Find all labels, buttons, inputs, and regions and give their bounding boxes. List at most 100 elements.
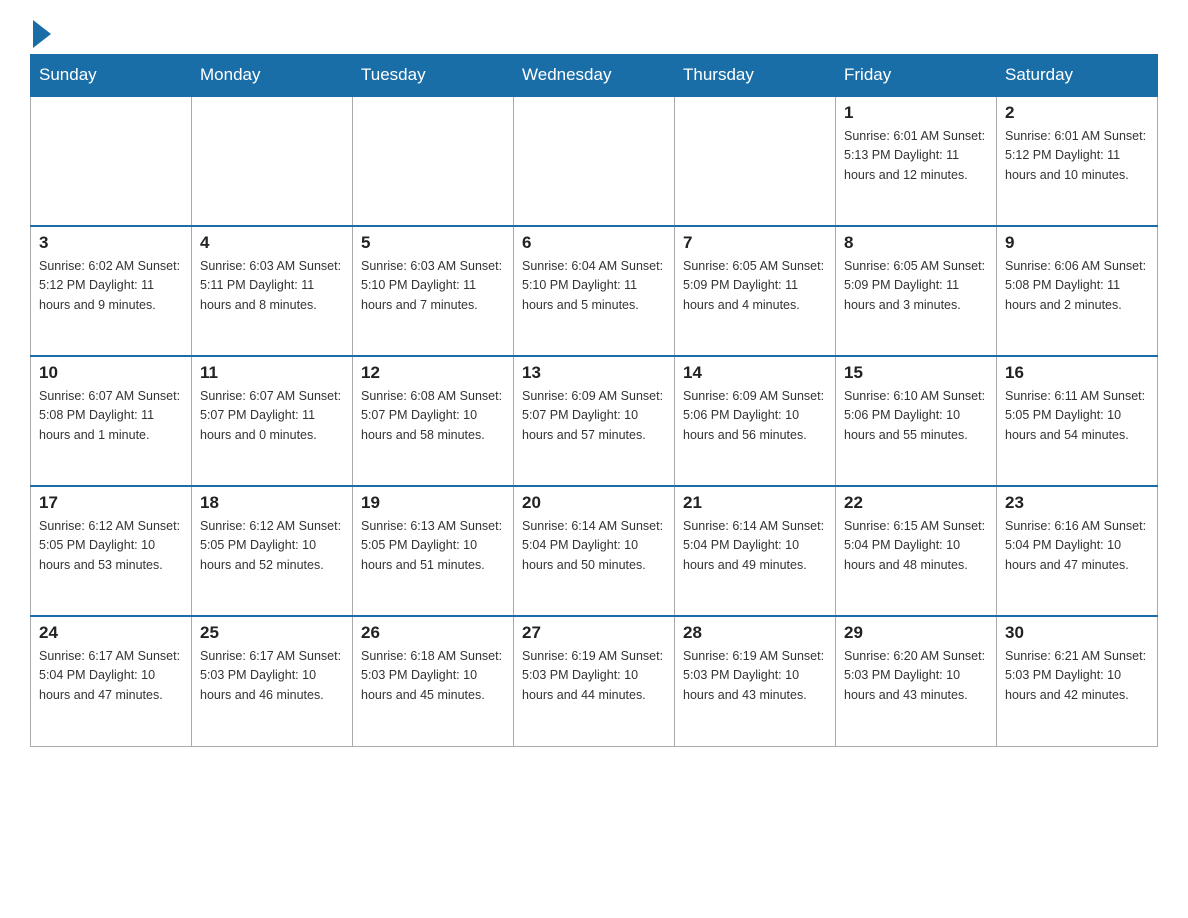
day-info: Sunrise: 6:14 AM Sunset: 5:04 PM Dayligh… [522, 517, 666, 575]
day-number: 11 [200, 363, 344, 383]
day-number: 4 [200, 233, 344, 253]
day-number: 8 [844, 233, 988, 253]
day-info: Sunrise: 6:19 AM Sunset: 5:03 PM Dayligh… [683, 647, 827, 705]
day-info: Sunrise: 6:03 AM Sunset: 5:10 PM Dayligh… [361, 257, 505, 315]
logo-arrow-icon [33, 20, 51, 48]
weekday-header-monday: Monday [192, 55, 353, 97]
day-number: 26 [361, 623, 505, 643]
day-number: 14 [683, 363, 827, 383]
calendar-cell: 24Sunrise: 6:17 AM Sunset: 5:04 PM Dayli… [31, 616, 192, 746]
calendar-cell: 8 Sunrise: 6:05 AM Sunset: 5:09 PM Daylig… [836, 226, 997, 356]
day-info: Sunrise: 6:18 AM Sunset: 5:03 PM Dayligh… [361, 647, 505, 705]
day-info: Sunrise: 6:09 AM Sunset: 5:06 PM Dayligh… [683, 387, 827, 445]
calendar-cell: 1Sunrise: 6:01 AM Sunset: 5:13 PM Daylig… [836, 96, 997, 226]
day-info: Sunrise: 6:15 AM Sunset: 5:04 PM Dayligh… [844, 517, 988, 575]
calendar-cell: 15Sunrise: 6:10 AM Sunset: 5:06 PM Dayli… [836, 356, 997, 486]
calendar-cell: 13 Sunrise: 6:09 AM Sunset: 5:07 PM Dayli… [514, 356, 675, 486]
day-number: 9 [1005, 233, 1149, 253]
day-number: 25 [200, 623, 344, 643]
day-number: 1 [844, 103, 988, 123]
calendar-cell: 16 Sunrise: 6:11 AM Sunset: 5:05 PM Dayli… [997, 356, 1158, 486]
day-info: Sunrise: 6:17 AM Sunset: 5:04 PM Dayligh… [39, 647, 183, 705]
calendar-cell: 7Sunrise: 6:05 AM Sunset: 5:09 PM Daylig… [675, 226, 836, 356]
calendar-week-row: 10 Sunrise: 6:07 AM Sunset: 5:08 PM Dayli… [31, 356, 1158, 486]
weekday-header-thursday: Thursday [675, 55, 836, 97]
calendar-cell: 19 Sunrise: 6:13 AM Sunset: 5:05 PM Dayli… [353, 486, 514, 616]
day-info: Sunrise: 6:01 AM Sunset: 5:12 PM Dayligh… [1005, 127, 1149, 185]
day-number: 13 [522, 363, 666, 383]
calendar-header-row: SundayMondayTuesdayWednesdayThursdayFrid… [31, 55, 1158, 97]
calendar-cell [192, 96, 353, 226]
calendar-cell: 22 Sunrise: 6:15 AM Sunset: 5:04 PM Dayli… [836, 486, 997, 616]
calendar-cell: 11 Sunrise: 6:07 AM Sunset: 5:07 PM Dayli… [192, 356, 353, 486]
weekday-header-sunday: Sunday [31, 55, 192, 97]
calendar-cell: 5 Sunrise: 6:03 AM Sunset: 5:10 PM Daylig… [353, 226, 514, 356]
day-number: 29 [844, 623, 988, 643]
calendar-cell [353, 96, 514, 226]
weekday-header-friday: Friday [836, 55, 997, 97]
calendar-week-row: 3Sunrise: 6:02 AM Sunset: 5:12 PM Daylig… [31, 226, 1158, 356]
day-number: 23 [1005, 493, 1149, 513]
day-info: Sunrise: 6:13 AM Sunset: 5:05 PM Dayligh… [361, 517, 505, 575]
day-info: Sunrise: 6:16 AM Sunset: 5:04 PM Dayligh… [1005, 517, 1149, 575]
day-info: Sunrise: 6:09 AM Sunset: 5:07 PM Dayligh… [522, 387, 666, 445]
calendar-week-row: 1Sunrise: 6:01 AM Sunset: 5:13 PM Daylig… [31, 96, 1158, 226]
calendar-cell: 30 Sunrise: 6:21 AM Sunset: 5:03 PM Dayli… [997, 616, 1158, 746]
calendar-cell: 14 Sunrise: 6:09 AM Sunset: 5:06 PM Dayli… [675, 356, 836, 486]
calendar-cell: 17 Sunrise: 6:12 AM Sunset: 5:05 PM Dayli… [31, 486, 192, 616]
day-number: 16 [1005, 363, 1149, 383]
calendar-cell: 6 Sunrise: 6:04 AM Sunset: 5:10 PM Daylig… [514, 226, 675, 356]
calendar-cell: 9 Sunrise: 6:06 AM Sunset: 5:08 PM Daylig… [997, 226, 1158, 356]
day-info: Sunrise: 6:17 AM Sunset: 5:03 PM Dayligh… [200, 647, 344, 705]
page-header [30, 20, 1158, 44]
calendar-cell [31, 96, 192, 226]
day-info: Sunrise: 6:05 AM Sunset: 5:09 PM Dayligh… [683, 257, 827, 315]
calendar-cell: 23 Sunrise: 6:16 AM Sunset: 5:04 PM Dayli… [997, 486, 1158, 616]
day-number: 18 [200, 493, 344, 513]
calendar-cell: 12 Sunrise: 6:08 AM Sunset: 5:07 PM Dayli… [353, 356, 514, 486]
day-number: 12 [361, 363, 505, 383]
calendar-cell: 29 Sunrise: 6:20 AM Sunset: 5:03 PM Dayli… [836, 616, 997, 746]
day-number: 6 [522, 233, 666, 253]
day-info: Sunrise: 6:20 AM Sunset: 5:03 PM Dayligh… [844, 647, 988, 705]
day-number: 5 [361, 233, 505, 253]
day-number: 28 [683, 623, 827, 643]
day-number: 19 [361, 493, 505, 513]
day-info: Sunrise: 6:12 AM Sunset: 5:05 PM Dayligh… [200, 517, 344, 575]
calendar-cell [675, 96, 836, 226]
logo-general [30, 20, 51, 48]
day-info: Sunrise: 6:19 AM Sunset: 5:03 PM Dayligh… [522, 647, 666, 705]
day-info: Sunrise: 6:02 AM Sunset: 5:12 PM Dayligh… [39, 257, 183, 315]
weekday-header-tuesday: Tuesday [353, 55, 514, 97]
calendar-week-row: 24Sunrise: 6:17 AM Sunset: 5:04 PM Dayli… [31, 616, 1158, 746]
day-info: Sunrise: 6:06 AM Sunset: 5:08 PM Dayligh… [1005, 257, 1149, 315]
day-number: 17 [39, 493, 183, 513]
day-number: 30 [1005, 623, 1149, 643]
calendar-cell: 25 Sunrise: 6:17 AM Sunset: 5:03 PM Dayli… [192, 616, 353, 746]
day-info: Sunrise: 6:10 AM Sunset: 5:06 PM Dayligh… [844, 387, 988, 445]
calendar-cell: 20 Sunrise: 6:14 AM Sunset: 5:04 PM Dayli… [514, 486, 675, 616]
calendar-cell: 26 Sunrise: 6:18 AM Sunset: 5:03 PM Dayli… [353, 616, 514, 746]
calendar-cell: 18 Sunrise: 6:12 AM Sunset: 5:05 PM Dayli… [192, 486, 353, 616]
day-info: Sunrise: 6:08 AM Sunset: 5:07 PM Dayligh… [361, 387, 505, 445]
day-info: Sunrise: 6:03 AM Sunset: 5:11 PM Dayligh… [200, 257, 344, 315]
calendar-cell: 27 Sunrise: 6:19 AM Sunset: 5:03 PM Dayli… [514, 616, 675, 746]
day-info: Sunrise: 6:11 AM Sunset: 5:05 PM Dayligh… [1005, 387, 1149, 445]
day-info: Sunrise: 6:12 AM Sunset: 5:05 PM Dayligh… [39, 517, 183, 575]
day-info: Sunrise: 6:07 AM Sunset: 5:07 PM Dayligh… [200, 387, 344, 445]
day-number: 10 [39, 363, 183, 383]
day-info: Sunrise: 6:04 AM Sunset: 5:10 PM Dayligh… [522, 257, 666, 315]
day-number: 21 [683, 493, 827, 513]
weekday-header-wednesday: Wednesday [514, 55, 675, 97]
day-number: 22 [844, 493, 988, 513]
day-info: Sunrise: 6:05 AM Sunset: 5:09 PM Dayligh… [844, 257, 988, 315]
calendar-cell: 28 Sunrise: 6:19 AM Sunset: 5:03 PM Dayli… [675, 616, 836, 746]
day-info: Sunrise: 6:07 AM Sunset: 5:08 PM Dayligh… [39, 387, 183, 445]
calendar-cell: 3Sunrise: 6:02 AM Sunset: 5:12 PM Daylig… [31, 226, 192, 356]
day-number: 2 [1005, 103, 1149, 123]
day-number: 20 [522, 493, 666, 513]
day-number: 27 [522, 623, 666, 643]
calendar-cell: 4 Sunrise: 6:03 AM Sunset: 5:11 PM Daylig… [192, 226, 353, 356]
logo [30, 20, 51, 44]
day-info: Sunrise: 6:21 AM Sunset: 5:03 PM Dayligh… [1005, 647, 1149, 705]
